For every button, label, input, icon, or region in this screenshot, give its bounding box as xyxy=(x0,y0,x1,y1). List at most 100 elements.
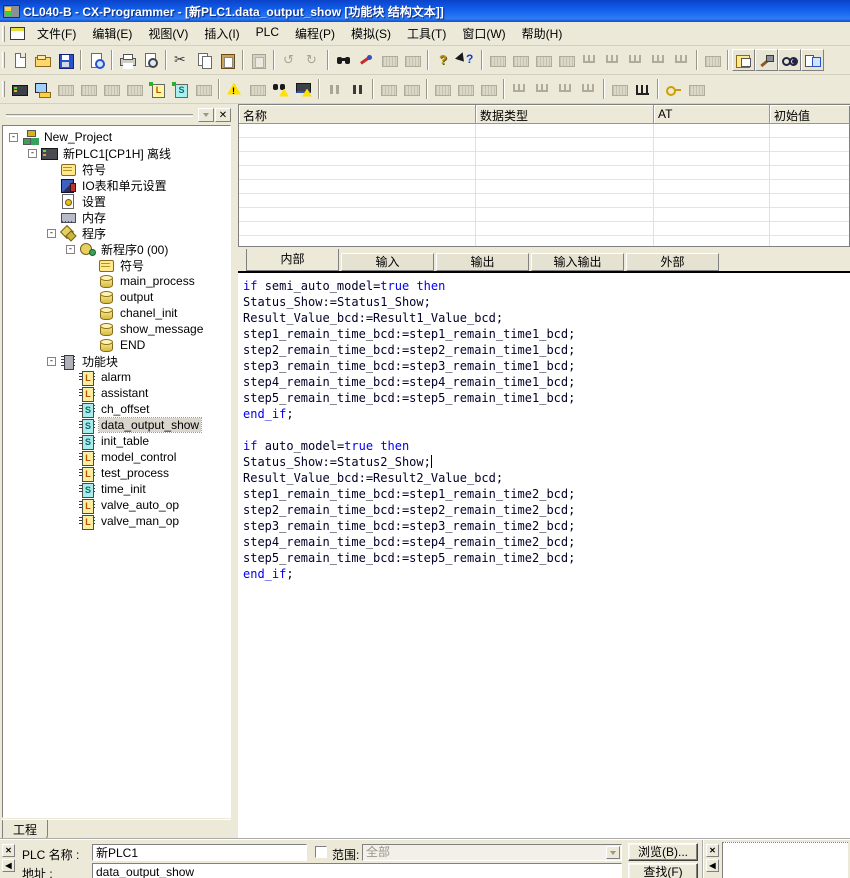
tree-item-end[interactable]: END xyxy=(3,337,230,353)
tree-item-fb-assistant[interactable]: assistant xyxy=(3,385,230,401)
var-tab-input-output[interactable]: 输入输出 xyxy=(531,253,624,271)
scope-combo[interactable]: 全部 xyxy=(362,844,622,861)
workspace-grip[interactable] xyxy=(6,114,193,117)
symbols-icon xyxy=(98,258,115,273)
menu-insert[interactable]: 插入(I) xyxy=(196,23,247,44)
print-button[interactable] xyxy=(116,49,139,71)
var-tab-output[interactable]: 输出 xyxy=(436,253,529,271)
compile-button[interactable] xyxy=(223,78,246,100)
title-bar: CL040-B - CX-Programmer - [新PLC1.data_ou… xyxy=(0,0,850,22)
replace-button[interactable] xyxy=(355,49,378,71)
menu-file[interactable]: 文件(F) xyxy=(29,23,84,44)
tree-item-fb-valve-auto-op[interactable]: valve_auto_op xyxy=(3,497,230,513)
project-tree[interactable]: New_Project新PLC1[CP1H] 离线符号IO表和单元设置设置内存程… xyxy=(2,125,231,818)
column-header-name[interactable]: 名称 xyxy=(239,105,476,124)
open-button[interactable] xyxy=(31,49,54,71)
var-tab-input[interactable]: 输入 xyxy=(341,253,434,271)
variable-table-body[interactable] xyxy=(239,124,849,246)
toggle-cross-reference-button[interactable] xyxy=(801,49,824,71)
tree-item-new-project[interactable]: New_Project xyxy=(3,129,230,145)
toggle-project-tree-button[interactable] xyxy=(732,49,755,71)
tree-item-programs[interactable]: 程序 xyxy=(3,225,230,241)
context-help-button[interactable] xyxy=(455,49,478,71)
tree-item-function-blocks[interactable]: 功能块 xyxy=(3,353,230,369)
plc-name-input[interactable] xyxy=(92,844,307,861)
help-button[interactable] xyxy=(432,49,455,71)
expand-minus-icon[interactable] xyxy=(9,133,18,142)
address-input[interactable] xyxy=(92,863,622,878)
tree-item-fb-valve-man-op[interactable]: valve_man_op xyxy=(3,513,230,529)
expand-minus-icon[interactable] xyxy=(47,229,56,238)
tree-item-fb-model-control[interactable]: model_control xyxy=(3,449,230,465)
cut-button[interactable] xyxy=(170,49,193,71)
tree-item-symbols-global[interactable]: 符号 xyxy=(3,161,230,177)
toggle-output-window-button[interactable] xyxy=(755,49,778,71)
menu-window[interactable]: 窗口(W) xyxy=(454,23,513,44)
menu-simulation[interactable]: 模拟(S) xyxy=(343,23,399,44)
project-workspace: ✕ New_Project新PLC1[CP1H] 离线符号IO表和单元设置设置内… xyxy=(0,104,233,838)
paste-button[interactable] xyxy=(216,49,239,71)
column-header-initial-value[interactable]: 初始值 xyxy=(770,105,850,124)
tree-item-io-table[interactable]: IO表和单元设置 xyxy=(3,177,230,193)
address-bar-collapse-button[interactable]: ◀ xyxy=(2,859,15,872)
tree-item-fb-time-init[interactable]: time_init xyxy=(3,481,230,497)
transfer-check-button[interactable] xyxy=(292,78,315,100)
set-password-button[interactable] xyxy=(662,78,685,100)
menu-tools[interactable]: 工具(T) xyxy=(399,23,454,44)
plc-device-type-button[interactable] xyxy=(8,78,31,100)
time-chart-monitor-button[interactable] xyxy=(631,78,654,100)
output-pane-close-button[interactable]: ✕ xyxy=(706,844,719,857)
code-line: end_if; xyxy=(243,406,850,422)
output-pane-collapse-button[interactable]: ◀ xyxy=(706,859,719,872)
tree-item-symbols-local[interactable]: 符号 xyxy=(3,257,230,273)
st-code-editor[interactable]: if semi_auto_model=true thenStatus_Show:… xyxy=(238,271,850,838)
tree-item-output[interactable]: output xyxy=(3,289,230,305)
workspace-close-button[interactable]: ✕ xyxy=(215,108,231,122)
toggle-watch-window-button[interactable] xyxy=(778,49,801,71)
expand-minus-icon[interactable] xyxy=(66,245,75,254)
tree-item-fb-test-process[interactable]: test_process xyxy=(3,465,230,481)
tree-item-show-message[interactable]: show_message xyxy=(3,321,230,337)
new-ladder-fb-button[interactable] xyxy=(146,78,169,100)
tree-item-program0[interactable]: 新程序0 (00) xyxy=(3,241,230,257)
address-bar-close-button[interactable]: ✕ xyxy=(2,844,15,857)
tree-item-main-process[interactable]: main_process xyxy=(3,273,230,289)
var-tab-external[interactable]: 外部 xyxy=(626,253,719,271)
find-button[interactable]: 查找(F) xyxy=(628,863,698,878)
tree-item-memory[interactable]: 内存 xyxy=(3,209,230,225)
chevron-down-icon[interactable] xyxy=(606,846,620,859)
output-pane-content[interactable] xyxy=(722,842,848,878)
var-tab-internal[interactable]: 内部 xyxy=(246,249,339,271)
new-button[interactable] xyxy=(8,49,31,71)
child-window-icon[interactable] xyxy=(10,27,25,40)
print-preview-button[interactable] xyxy=(139,49,162,71)
pause-button[interactable] xyxy=(346,78,369,100)
tree-item-settings[interactable]: 设置 xyxy=(3,193,230,209)
tree-item-fb-data-output-show[interactable]: data_output_show xyxy=(3,417,230,433)
expand-minus-icon[interactable] xyxy=(28,149,37,158)
menu-program[interactable]: 编程(P) xyxy=(287,23,343,44)
scope-checkbox[interactable] xyxy=(315,846,327,858)
column-header-data-type[interactable]: 数据类型 xyxy=(476,105,654,124)
tree-item-fb-init-table[interactable]: init_table xyxy=(3,433,230,449)
menu-edit[interactable]: 编辑(E) xyxy=(84,23,140,44)
print-setup-button[interactable] xyxy=(85,49,108,71)
menu-help[interactable]: 帮助(H) xyxy=(514,23,571,44)
tree-item-plc1[interactable]: 新PLC1[CP1H] 离线 xyxy=(3,145,230,161)
browse-button[interactable]: 浏览(B)... xyxy=(628,843,698,861)
menubar-grip[interactable] xyxy=(2,26,5,42)
menu-plc[interactable]: PLC xyxy=(248,23,287,44)
save-button[interactable] xyxy=(54,49,77,71)
menu-view[interactable]: 视图(V) xyxy=(140,23,196,44)
work-online-button[interactable] xyxy=(31,78,54,100)
tree-item-fb-alarm[interactable]: alarm xyxy=(3,369,230,385)
tree-item-fb-ch-offset[interactable]: ch_offset xyxy=(3,401,230,417)
expand-minus-icon[interactable] xyxy=(47,357,56,366)
find-button[interactable] xyxy=(332,49,355,71)
tree-item-chanel-init[interactable]: chanel_init xyxy=(3,305,230,321)
dock-menu-button[interactable] xyxy=(198,108,214,122)
find-compile-error-button[interactable] xyxy=(269,78,292,100)
copy-button[interactable] xyxy=(193,49,216,71)
new-st-fb-button[interactable] xyxy=(169,78,192,100)
column-header-at[interactable]: AT xyxy=(654,105,770,124)
